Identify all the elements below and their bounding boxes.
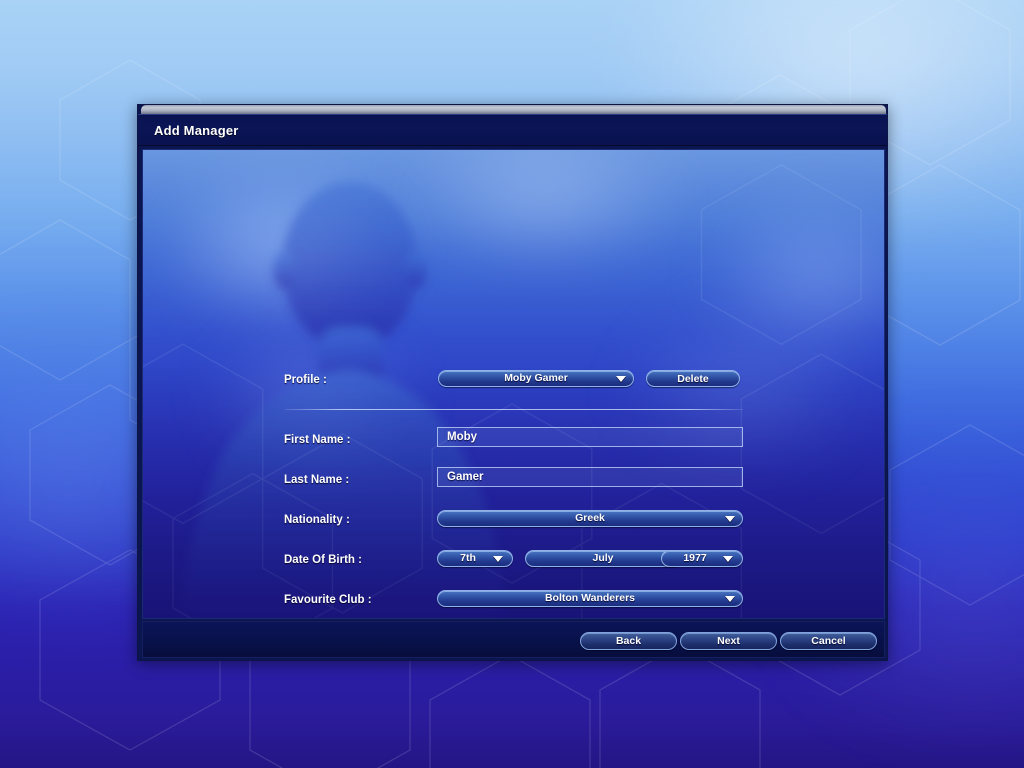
back-button[interactable]: Back [580, 632, 677, 650]
delete-profile-button[interactable]: Delete [646, 370, 740, 387]
favourite-club-label: Favourite Club : [284, 594, 372, 606]
last-name-field[interactable]: Gamer [437, 467, 743, 487]
page-title: Add Manager [154, 122, 239, 138]
profile-select-value: Moby Gamer [504, 372, 568, 385]
last-name-value: Gamer [447, 471, 484, 483]
dialog-title-bar: Add Manager [138, 114, 887, 146]
chevron-down-icon [493, 555, 503, 562]
dialog-title-cap [141, 105, 886, 114]
birth-year-select[interactable]: 1977 [661, 550, 743, 567]
date-of-birth-label: Date Of Birth : [284, 554, 362, 566]
section-divider [285, 409, 743, 410]
chevron-down-icon [725, 595, 735, 602]
last-name-label: Last Name : [284, 474, 350, 486]
birth-month-value: July [592, 552, 614, 565]
chevron-down-icon [723, 555, 733, 562]
favourite-club-select[interactable]: Bolton Wanderers [437, 590, 743, 607]
birth-day-value: 7th [460, 552, 476, 565]
nationality-select-value: Greek [575, 512, 605, 525]
first-name-label: First Name : [284, 434, 351, 446]
birth-day-select[interactable]: 7th [437, 550, 513, 567]
birth-month-select[interactable]: July [525, 550, 681, 567]
first-name-field[interactable]: Moby [437, 427, 743, 447]
add-manager-form: Profile : Moby Gamer Delete First Name :… [143, 150, 884, 618]
form-row-date-of-birth: Date Of Birth : [143, 549, 884, 571]
nationality-select[interactable]: Greek [437, 510, 743, 527]
favourite-club-value: Bolton Wanderers [544, 592, 636, 605]
birth-year-value: 1977 [683, 552, 707, 565]
first-name-value: Moby [447, 431, 478, 443]
dialog-footer: Back Next Cancel [142, 621, 885, 658]
desktop-background: Add Manager Profile: Moby Gamer Delete … [0, 0, 1024, 768]
next-button[interactable]: Next [680, 632, 777, 650]
cancel-button[interactable]: Cancel [780, 632, 877, 650]
nationality-label: Nationality : [284, 514, 350, 526]
profile-label: Profile : [284, 374, 327, 386]
profile-select[interactable]: Moby Gamer [438, 370, 634, 387]
chevron-down-icon [725, 515, 735, 522]
chevron-down-icon [616, 375, 626, 382]
dialog-content-panel: Profile : Moby Gamer Delete First Name :… [142, 149, 885, 619]
add-manager-dialog: Add Manager Profile: Moby Gamer Delete … [137, 104, 888, 661]
